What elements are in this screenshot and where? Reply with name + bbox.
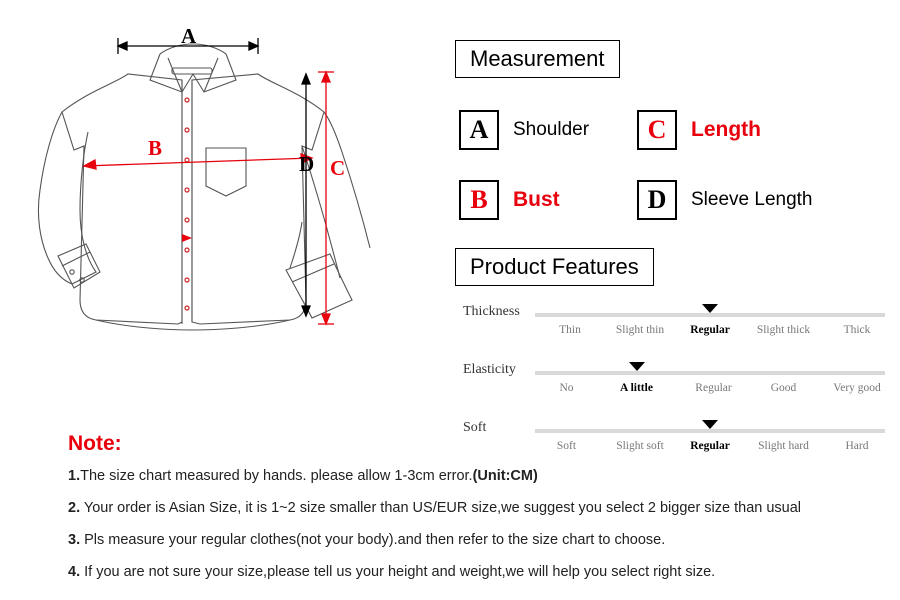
diagram-label-a: A xyxy=(181,24,197,48)
feature-scale-thickness xyxy=(535,304,885,318)
measurement-label-shoulder: Shoulder xyxy=(513,119,590,141)
feature-ticks-thickness: Thin Slight thin Regular Slight thick Th… xyxy=(535,324,885,342)
feature-ticks-elasticity: No A little Regular Good Very good xyxy=(535,382,885,400)
tick-elasticity-0: No xyxy=(559,382,574,395)
note-line-1: 1.The size chart measured by hands. plea… xyxy=(68,468,888,484)
letter-badge-c: C xyxy=(637,110,677,151)
note-line-4: 4. If you are not sure your size,please … xyxy=(68,564,888,580)
tick-elasticity-3: Good xyxy=(770,382,797,395)
shirt-illustration xyxy=(37,38,371,331)
feature-row-thickness: Thickness Thin Slight thin Regular Sligh… xyxy=(455,304,900,362)
tick-thickness-0: Thin xyxy=(559,324,581,337)
note-bold-1: (Unit:CM) xyxy=(472,468,538,484)
measurement-label-bust: Bust xyxy=(513,188,560,212)
note-number-3: 3. xyxy=(68,532,81,548)
measurement-item-bust: B Bust xyxy=(459,180,560,221)
note-number-2: 2. xyxy=(68,500,81,516)
measurement-item-shoulder: A Shoulder xyxy=(459,110,590,151)
note-block: Note: 1.The size chart measured by hands… xyxy=(68,432,888,596)
note-text-2: Your order is Asian Size, it is 1~2 size… xyxy=(80,500,802,516)
note-line-2: 2. Your order is Asian Size, it is 1~2 s… xyxy=(68,500,888,516)
tick-thickness-1: Slight thin xyxy=(615,324,665,337)
tick-thickness-2: Regular xyxy=(690,324,730,337)
shirt-diagram: A B C D xyxy=(0,0,450,420)
feature-scale-elasticity xyxy=(535,362,885,376)
note-text-1: The size chart measured by hands. please… xyxy=(80,468,473,484)
measurement-title: Measurement xyxy=(455,40,620,79)
size-chart-page: A B C D Measurement A Shoulder C Length … xyxy=(0,0,900,600)
feature-marker-soft xyxy=(702,420,718,430)
diagram-label-b: B xyxy=(148,136,163,160)
letter-badge-a: A xyxy=(459,110,499,151)
diagram-label-d: D xyxy=(299,152,315,176)
tick-thickness-4: Thick xyxy=(843,324,871,337)
letter-badge-b: B xyxy=(459,180,499,221)
feature-name-elasticity: Elasticity xyxy=(463,362,516,378)
tick-elasticity-4: Very good xyxy=(833,382,881,395)
note-number-4: 4. xyxy=(68,564,81,580)
measurement-label-sleeve-length: Sleeve Length xyxy=(691,189,813,211)
feature-row-elasticity: Elasticity No A little Regular Good Very… xyxy=(455,362,900,420)
measurement-label-length: Length xyxy=(691,118,761,142)
feature-marker-thickness xyxy=(702,304,718,314)
measurement-legend: A Shoulder C Length B Bust D Sleeve Leng… xyxy=(455,100,895,228)
measurement-item-sleeve-length: D Sleeve Length xyxy=(637,180,813,221)
measurement-item-length: C Length xyxy=(637,110,761,151)
feature-name-thickness: Thickness xyxy=(463,304,520,320)
note-number-1: 1. xyxy=(68,468,81,484)
tick-elasticity-2: Regular xyxy=(695,382,732,395)
tick-thickness-3: Slight thick xyxy=(756,324,811,337)
note-text-3: Pls measure your regular clothes(not you… xyxy=(80,532,666,548)
diagram-label-c: C xyxy=(330,156,346,180)
product-features-title: Product Features xyxy=(455,248,654,287)
note-text-4: If you are not sure your size,please tel… xyxy=(80,564,716,580)
tick-elasticity-1: A little xyxy=(620,382,653,395)
letter-badge-d: D xyxy=(637,180,677,221)
measurement-panel: Measurement A Shoulder C Length B Bust D… xyxy=(455,40,895,228)
note-title: Note: xyxy=(68,432,122,455)
note-line-3: 3. Pls measure your regular clothes(not … xyxy=(68,532,888,548)
feature-marker-elasticity xyxy=(628,362,645,372)
